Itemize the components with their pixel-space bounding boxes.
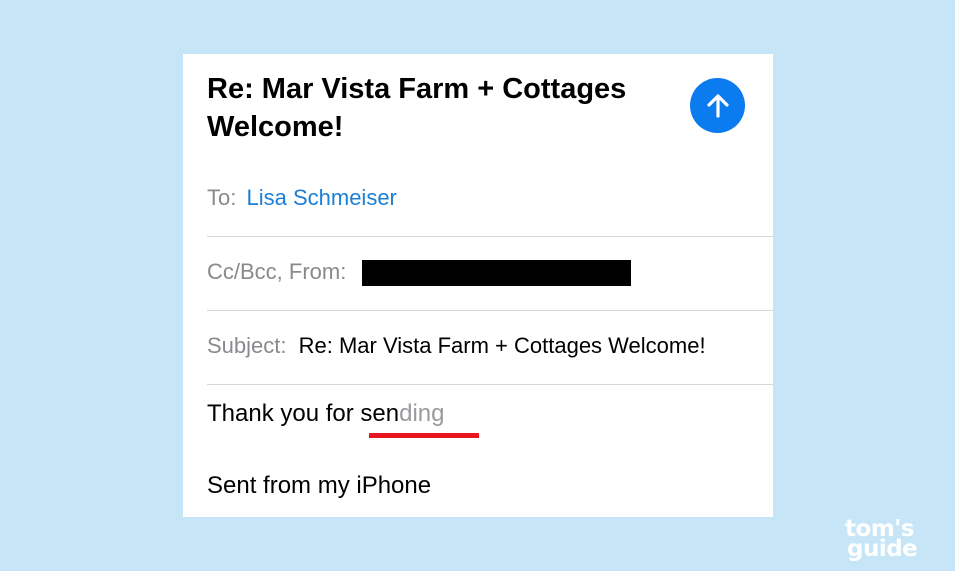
arrow-up-icon [706, 93, 729, 118]
email-compose-card: Re: Mar Vista Farm + Cottages Welcome! T… [183, 54, 773, 517]
typed-text: Thank you for sen [207, 400, 400, 427]
subject-field[interactable]: Subject: Re: Mar Vista Farm + Cottages W… [207, 332, 773, 360]
highlight-underline [369, 433, 479, 438]
signature: Sent from my iPhone [207, 472, 432, 499]
recipient-name[interactable]: Lisa Schmeiser [246, 185, 396, 210]
divider [207, 236, 773, 237]
ccbcc-from-field[interactable]: Cc/Bcc, From: [207, 258, 773, 286]
to-field[interactable]: To: Lisa Schmeiser [207, 184, 773, 212]
logo-line-2: guide [847, 536, 918, 562]
subject-label: Subject: [207, 333, 287, 358]
toms-guide-logo: tom's guide [845, 518, 945, 562]
email-title: Re: Mar Vista Farm + Cottages Welcome! [207, 73, 627, 143]
to-label: To: [207, 185, 237, 210]
send-button[interactable] [690, 78, 745, 133]
message-body[interactable]: Thank you for sending [207, 399, 444, 429]
divider [207, 310, 773, 311]
divider [207, 384, 773, 385]
autocomplete-suggestion[interactable]: ding [399, 400, 444, 427]
ccbcc-from-label: Cc/Bcc, From: [207, 259, 347, 284]
subject-value[interactable]: Re: Mar Vista Farm + Cottages Welcome! [299, 333, 706, 358]
redacted-sender-address [362, 260, 631, 286]
